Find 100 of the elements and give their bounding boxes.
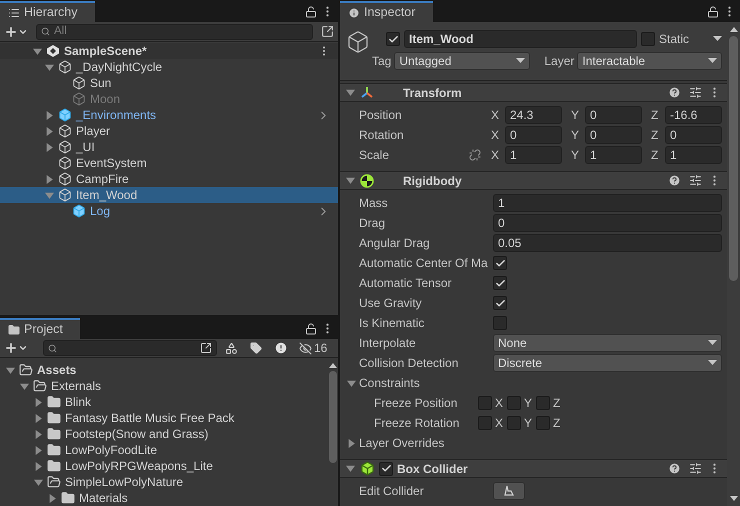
lock-icon[interactable] (707, 6, 719, 18)
folder-item[interactable]: Externals (51, 377, 102, 395)
presets-icon[interactable] (689, 86, 702, 99)
hierarchy-item[interactable]: _UI (0, 139, 338, 155)
value-field[interactable]: 0 (585, 126, 642, 144)
value-field[interactable]: 0 (665, 126, 722, 144)
value-field[interactable]: 1 (665, 146, 722, 164)
lock-icon[interactable] (305, 6, 317, 18)
presets-icon[interactable] (689, 462, 702, 475)
hierarchy-item[interactable]: _Environments (0, 107, 338, 123)
dropdown[interactable]: None (493, 334, 722, 352)
hierarchy-item[interactable]: Sun (0, 75, 338, 91)
panel-tab[interactable]: Project (0, 318, 80, 339)
panel-tab[interactable]: Hierarchy (0, 1, 95, 22)
expand-arrow[interactable] (34, 446, 43, 454)
folder-item[interactable]: LowPolyRPGWeapons_Lite (65, 457, 213, 475)
static-checkbox[interactable] (641, 32, 655, 46)
value-field[interactable]: 0.05 (493, 234, 722, 252)
search-mode-icon[interactable] (200, 342, 212, 354)
scroll-up-icon[interactable] (328, 363, 336, 368)
create-button[interactable] (4, 341, 28, 355)
value-field[interactable]: 0 (493, 214, 722, 232)
search-mode-icon[interactable] (321, 25, 334, 38)
expand-arrow[interactable] (34, 430, 43, 438)
value-field[interactable]: 0 (505, 126, 562, 144)
value-field[interactable]: 1 (505, 146, 562, 164)
checkbox[interactable] (478, 396, 492, 410)
expand-arrow[interactable] (45, 110, 54, 120)
expand-arrow[interactable] (34, 462, 43, 470)
caret-icon[interactable] (713, 36, 722, 42)
folder-item[interactable]: Blink (65, 393, 92, 411)
hierarchy-item[interactable]: _DayNightCycle (0, 59, 338, 75)
active-checkbox[interactable] (386, 32, 400, 46)
expand-arrow[interactable] (33, 46, 42, 56)
expand-arrow[interactable] (48, 494, 57, 502)
search-field[interactable]: All (36, 24, 313, 40)
presets-icon[interactable] (689, 174, 702, 187)
hidden-packages-button[interactable]: 16 (295, 340, 328, 356)
scroll-down-icon[interactable] (730, 496, 738, 501)
hierarchy-item[interactable]: EventSystem (0, 155, 338, 171)
hierarchy-item[interactable]: Log (0, 203, 338, 219)
search-field[interactable] (43, 340, 217, 356)
expand-arrow[interactable] (34, 414, 43, 422)
value-field[interactable]: 24.3 (505, 106, 562, 124)
folder-item[interactable]: Materials (79, 489, 128, 506)
unlink-icon[interactable] (469, 149, 481, 161)
checkbox[interactable] (536, 416, 550, 430)
enabled-checkbox[interactable] (379, 462, 393, 476)
value-field[interactable]: 0 (585, 106, 642, 124)
help-icon[interactable] (668, 462, 681, 475)
component-header[interactable]: Transform (340, 83, 727, 102)
expand-arrow[interactable] (45, 142, 54, 152)
hierarchy-item[interactable]: Item_Wood (0, 187, 338, 203)
folder-item[interactable]: LowPolyFoodLite (65, 441, 158, 459)
lock-icon[interactable] (305, 322, 317, 334)
foldout-arrow[interactable] (346, 176, 355, 185)
expand-arrow[interactable] (6, 366, 15, 374)
checkbox[interactable] (493, 296, 507, 310)
checkbox[interactable] (536, 396, 550, 410)
foldout-arrow[interactable] (347, 378, 356, 388)
checkbox[interactable] (493, 276, 507, 290)
folder-item[interactable]: SimpleLowPolyNature (65, 473, 184, 491)
expand-arrow[interactable] (34, 478, 43, 486)
dropdown[interactable]: Interactable (577, 52, 722, 70)
foldout-arrow[interactable] (346, 88, 355, 97)
checkbox[interactable] (507, 416, 522, 430)
help-icon[interactable] (668, 174, 681, 187)
name-field[interactable]: Item_Wood (404, 30, 637, 48)
folder-item[interactable]: Footstep(Snow and Grass) (65, 425, 208, 443)
value-field[interactable]: -16.6 (665, 106, 722, 124)
value-field[interactable]: 1 (585, 146, 642, 164)
scrollbar[interactable] (727, 22, 740, 506)
panel-tab[interactable]: Inspector (340, 1, 433, 22)
foldout-arrow[interactable] (347, 438, 356, 448)
edit-collider-button[interactable] (493, 482, 525, 500)
dropdown[interactable]: Untagged (394, 52, 530, 70)
folder-item[interactable]: Assets (37, 361, 76, 379)
axis-label: Y (524, 415, 532, 432)
scroll-up-icon[interactable] (730, 27, 738, 32)
dropdown[interactable]: Discrete (493, 354, 722, 372)
expand-arrow[interactable] (45, 174, 54, 184)
help-icon[interactable] (668, 86, 681, 99)
value-field[interactable]: 1 (493, 194, 722, 212)
expand-arrow[interactable] (45, 126, 54, 136)
expand-arrow[interactable] (45, 62, 54, 72)
folder-item[interactable]: Fantasy Battle Music Free Pack (65, 409, 234, 427)
component-header[interactable]: Rigidbody (340, 171, 727, 190)
foldout-label[interactable]: Layer Overrides (359, 434, 444, 452)
expand-arrow[interactable] (20, 382, 29, 390)
foldout-label[interactable]: Constraints (359, 374, 420, 392)
create-button[interactable] (4, 24, 28, 38)
expand-arrow[interactable] (34, 398, 43, 406)
hierarchy-item[interactable]: CampFire (0, 171, 338, 187)
checkbox[interactable] (478, 416, 492, 430)
hierarchy-item[interactable]: Player (0, 123, 338, 139)
component-header[interactable]: Box Collider (340, 459, 727, 478)
checkbox[interactable] (493, 256, 507, 270)
foldout-arrow[interactable] (346, 464, 355, 473)
checkbox[interactable] (507, 396, 522, 410)
checkbox[interactable] (493, 316, 507, 330)
